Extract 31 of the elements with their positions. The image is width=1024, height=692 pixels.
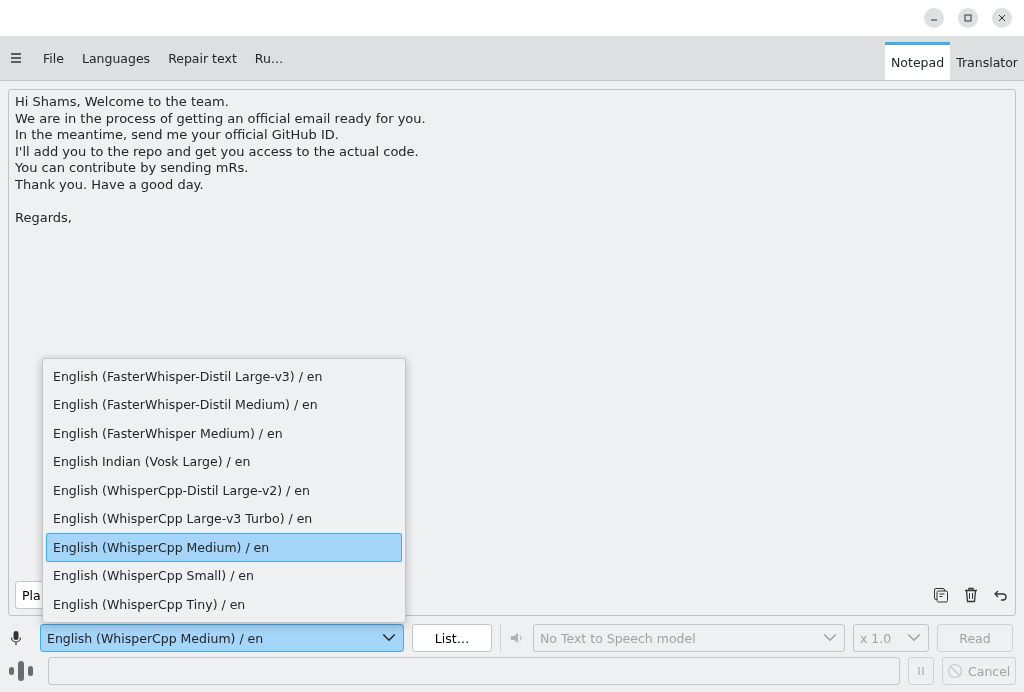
text-editor[interactable]: Hi Shams, Welcome to the team. We are in the process of getting an official email ready for you. In the meantime, send me your official GitHub ID. I'll add you to the repo and get you access to the actual code. You can contribute by sending mRs. Thank you. Have a good day. Regards, — [15, 94, 426, 226]
dropdown-option[interactable]: English (FasterWhisper-Distil Large-v3) / en — [46, 362, 402, 391]
menu-icon[interactable] — [8, 50, 24, 66]
model-dropdown[interactable]: English (WhisperCpp Medium) / en — [40, 624, 404, 652]
dropdown-option[interactable]: English (WhisperCpp-Distil Large-v2) / en — [46, 476, 402, 505]
dropdown-option[interactable]: English (FasterWhisper-Distil Medium) / en — [46, 390, 402, 419]
dropdown-option[interactable]: English (WhisperCpp Medium) / en — [46, 533, 402, 562]
minimize-button[interactable] — [924, 8, 944, 28]
menu-item[interactable]: Ru… — [245, 46, 293, 70]
dropdown-option[interactable]: English (WhisperCpp Tiny) / en — [46, 590, 402, 619]
waveform-icon — [8, 660, 34, 682]
dropdown-option[interactable]: English (WhisperCpp Large-v3 Turbo) / en — [46, 504, 402, 533]
microphone-icon — [8, 630, 24, 646]
cancel-icon — [947, 663, 963, 679]
close-button[interactable] — [992, 8, 1012, 28]
copy-icon[interactable] — [933, 587, 949, 603]
maximize-button[interactable] — [958, 8, 978, 28]
trash-icon[interactable] — [963, 587, 979, 603]
menu-item[interactable]: File — [34, 46, 73, 70]
menu-item[interactable]: Languages — [72, 46, 160, 70]
maximize-icon — [963, 13, 973, 23]
dropdown-option[interactable]: English Indian (Vosk Large) / en — [46, 447, 402, 476]
pause-icon — [916, 665, 926, 676]
tab[interactable]: Translator — [950, 42, 1024, 80]
dropdown-option[interactable]: English (FasterWhisper Medium) / en — [46, 419, 402, 448]
list-button[interactable]: List… — [412, 624, 492, 652]
menu-item[interactable]: Repair text — [159, 46, 246, 70]
dropdown-option[interactable]: English (WhisperCpp Small) / en — [46, 561, 402, 590]
close-icon — [997, 13, 1007, 23]
tab[interactable]: Notepad — [885, 42, 951, 80]
speaker-icon — [509, 630, 525, 646]
